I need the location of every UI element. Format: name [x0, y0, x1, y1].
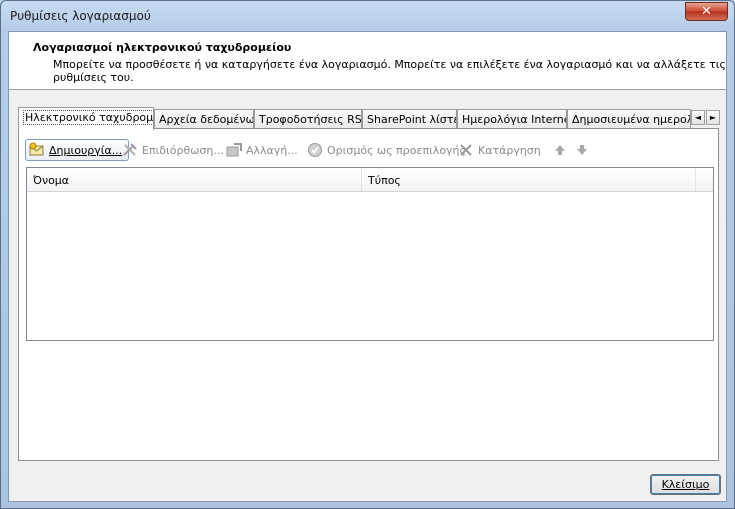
tab-published-calendars[interactable]: Δημοσιευμένα ημερολόγ — [567, 109, 691, 129]
tab-internet-calendars[interactable]: Ημερολόγια Internet — [457, 109, 567, 129]
remove-label: Κατάργηση — [478, 143, 541, 157]
dialog-header: Λογαριασμοί ηλεκτρονικού ταχυδρομείου Μπ… — [9, 32, 726, 90]
change-icon — [226, 142, 242, 158]
column-header-name[interactable]: Όνομα — [27, 168, 362, 191]
window-close-button[interactable]: ✕ — [685, 2, 728, 21]
envelope-new-icon — [29, 142, 45, 158]
arrow-down-icon — [574, 142, 590, 158]
account-toolbar: Δημιουργία... Επιδιόρθωση... Αλλαγή... Ο… — [25, 139, 705, 161]
remove-button[interactable]: Κατάργηση — [458, 139, 541, 161]
column-header-type[interactable]: Τύπος — [362, 168, 696, 191]
tab-email[interactable]: Ηλεκτρονικό ταχυδρομείο — [18, 107, 154, 130]
close-icon: ✕ — [701, 4, 712, 19]
list-header: Όνομα Τύπος — [27, 168, 713, 192]
tab-data-files[interactable]: Αρχεία δεδομένων — [154, 109, 254, 129]
chevron-left-icon: ◄ — [694, 113, 702, 122]
tab-rss-feeds[interactable]: Τροφοδοτήσεις RSS — [254, 109, 362, 129]
chevron-right-icon: ► — [709, 113, 717, 122]
repair-button[interactable]: Επιδιόρθωση... — [122, 139, 224, 161]
new-account-button[interactable]: Δημιουργία... — [25, 139, 130, 161]
tab-strip: Ηλεκτρονικό ταχυδρομείο Αρχεία δεδομένων… — [18, 107, 720, 130]
x-icon — [458, 142, 474, 158]
repair-label: Επιδιόρθωση... — [142, 143, 224, 157]
move-up-button[interactable] — [552, 139, 568, 161]
close-dialog-label: Κλείσιμο — [661, 478, 710, 491]
tab-scroll-left-button[interactable]: ◄ — [691, 110, 705, 125]
close-dialog-button[interactable]: Κλείσιμο — [650, 474, 721, 495]
tab-scroll-right-button[interactable]: ► — [706, 110, 720, 125]
move-down-button[interactable] — [574, 139, 590, 161]
change-button[interactable]: Αλλαγή... — [226, 139, 298, 161]
window-title: Ρυθμίσεις λογαριασμού — [10, 9, 151, 23]
title-bar[interactable]: Ρυθμίσεις λογαριασμού ✕ — [1, 1, 734, 31]
new-account-label: Δημιουργία... — [49, 143, 123, 157]
header-title: Λογαριασμοί ηλεκτρονικού ταχυδρομείου — [33, 41, 292, 54]
checkmark-circle-icon — [307, 142, 323, 158]
arrow-up-icon — [552, 142, 568, 158]
set-default-button[interactable]: Ορισμός ως προεπιλογής — [307, 139, 466, 161]
set-default-label: Ορισμός ως προεπιλογής — [327, 143, 466, 157]
tools-icon — [122, 142, 138, 158]
tab-email-label: Ηλεκτρονικό ταχυδρομείο — [23, 110, 153, 125]
dialog-client-area: Λογαριασμοί ηλεκτρονικού ταχυδρομείου Μπ… — [8, 31, 727, 502]
column-header-filler — [696, 168, 715, 191]
tab-sharepoint-lists[interactable]: SharePoint λίστες — [362, 109, 457, 129]
account-settings-window: Ρυθμίσεις λογαριασμού ✕ Λογαριασμοί ηλεκ… — [0, 0, 735, 509]
header-description: Μπορείτε να προσθέσετε ή να καταργήσετε … — [53, 58, 726, 84]
email-tab-panel: Δημιουργία... Επιδιόρθωση... Αλλαγή... Ο… — [18, 128, 719, 461]
change-label: Αλλαγή... — [246, 143, 298, 157]
accounts-list[interactable]: Όνομα Τύπος — [26, 167, 714, 341]
